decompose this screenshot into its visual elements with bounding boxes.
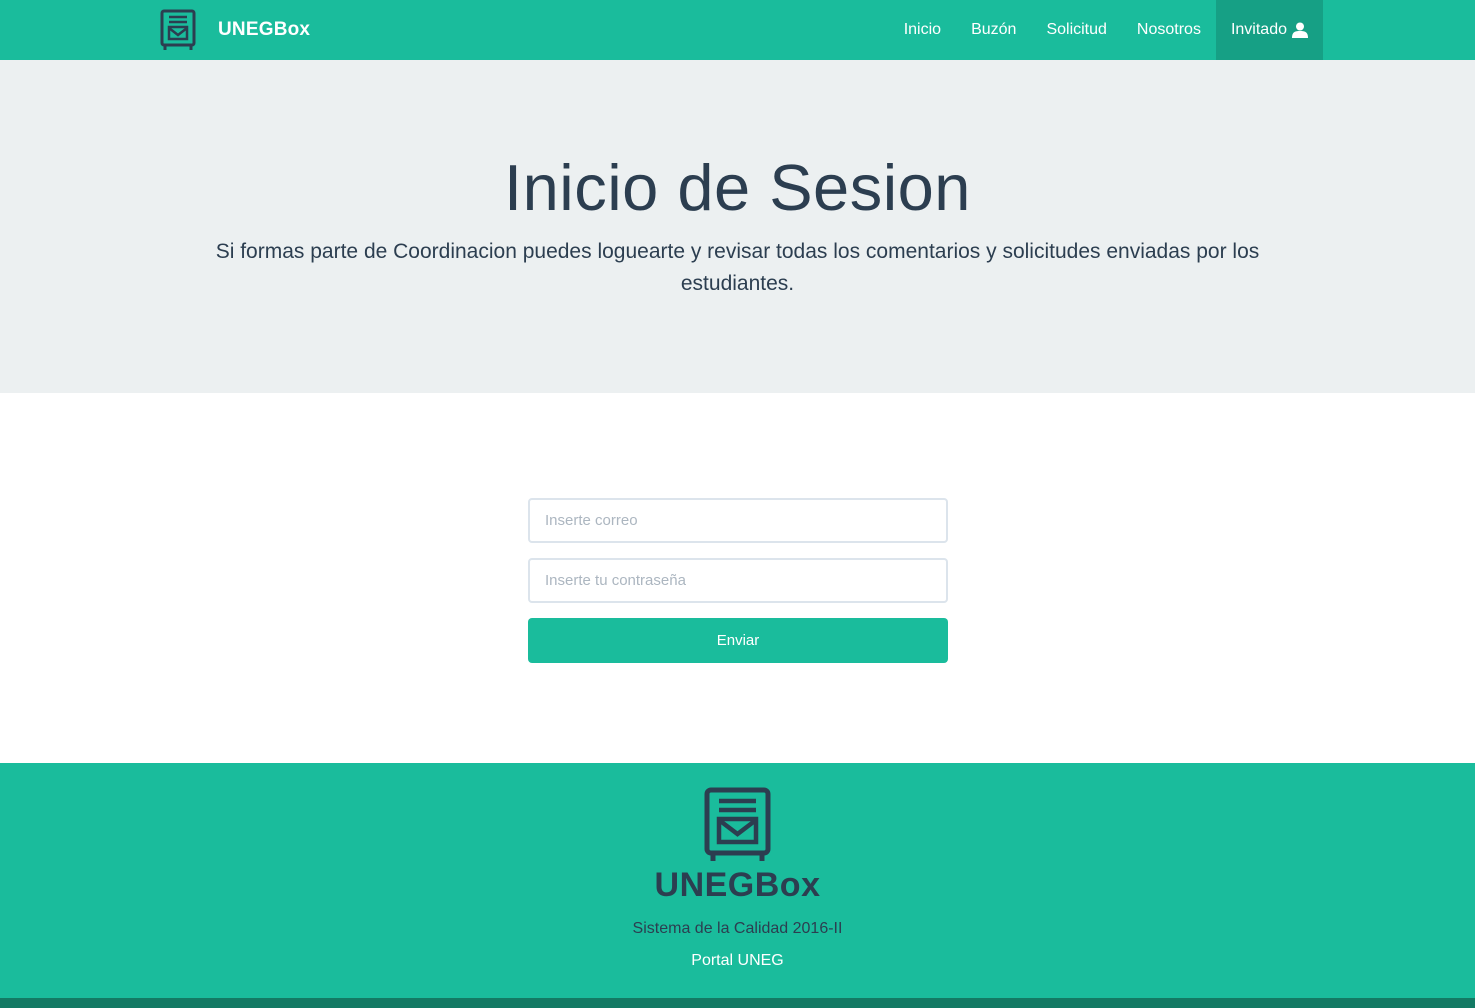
hero-section: Inicio de Sesion Si formas parte de Coor… (0, 60, 1475, 393)
brand-name: UNEGBox (218, 19, 311, 40)
footer-tagline: Sistema de la Calidad 2016-II (632, 920, 843, 937)
mailbox-logo-icon (160, 9, 196, 50)
page-description: Si formas parte de Coordinacion puedes l… (215, 240, 1260, 295)
nav-item-user[interactable]: Invitado (1215, 0, 1323, 60)
footer-brand: UNEGBox (654, 866, 821, 904)
footer: UNEGBox Sistema de la Calidad 2016-II Po… (0, 763, 1475, 998)
bottom-bar (0, 998, 1475, 1008)
email-field[interactable] (528, 498, 948, 543)
nav-item-nosotros[interactable]: Nosotros (1122, 0, 1216, 60)
user-icon (1292, 22, 1308, 38)
brand-link[interactable]: UNEGBox (159, 9, 310, 51)
main-nav: Inicio Buzón Solicitud Nosotros Invitado (889, 0, 1323, 60)
user-label: Invitado (1230, 21, 1287, 38)
portal-uneg-link[interactable]: Portal UNEG (0, 952, 1475, 970)
nav-item-inicio[interactable]: Inicio (889, 0, 956, 60)
nav-item-solicitud[interactable]: Solicitud (1031, 0, 1121, 60)
mailbox-logo-icon (704, 787, 771, 861)
password-field[interactable] (528, 558, 948, 603)
page-title: Inicio de Sesion (504, 151, 971, 224)
submit-button[interactable]: Enviar (528, 618, 948, 663)
navbar: UNEGBox Inicio Buzón Solicitud Nosotros … (0, 0, 1475, 60)
nav-item-buzon[interactable]: Buzón (956, 0, 1031, 60)
login-form: Enviar (528, 498, 948, 663)
